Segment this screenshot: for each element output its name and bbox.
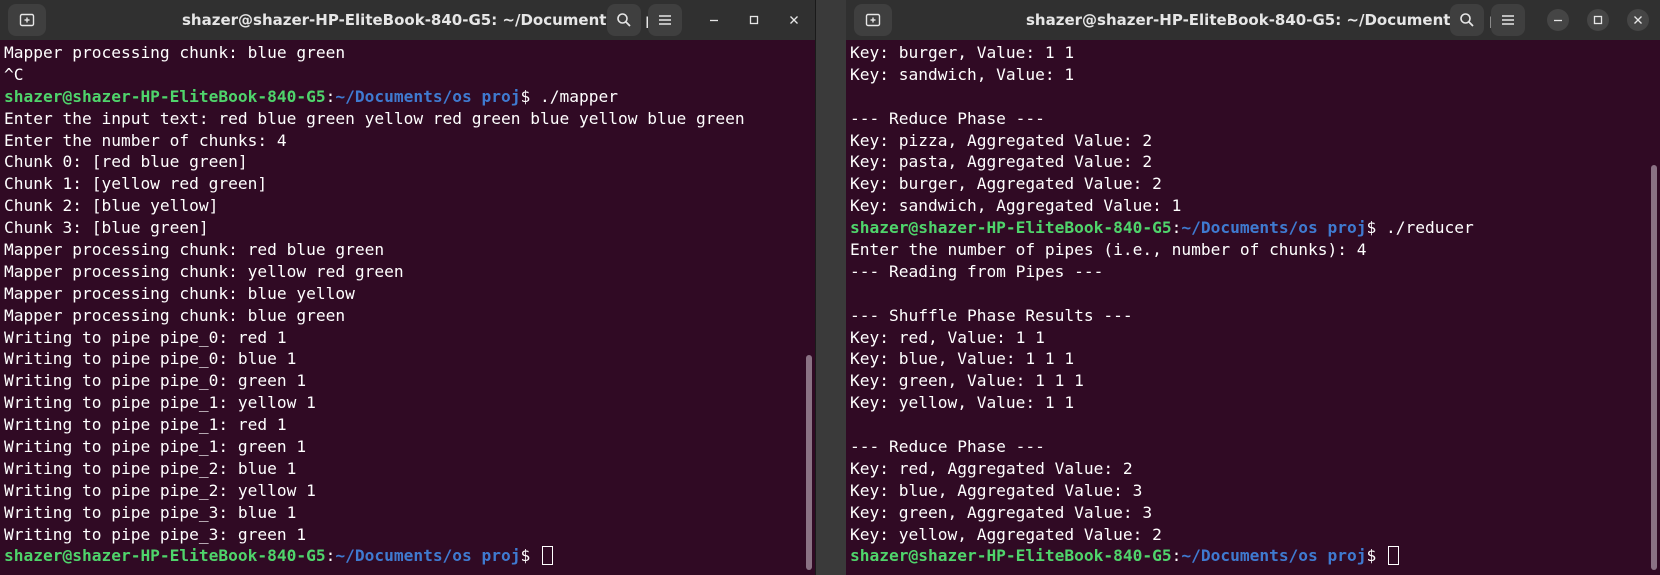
close-button[interactable] — [783, 9, 805, 31]
search-button[interactable] — [607, 4, 641, 36]
window-title: shazer@shazer-HP-EliteBook-840-G5: ~/Doc… — [182, 11, 679, 29]
output-line: Chunk 3: [blue green] — [4, 218, 209, 238]
output-line: Mapper processing chunk: blue green — [4, 43, 346, 62]
output-line: Key: pizza, Aggregated Value: 2 — [850, 130, 1153, 150]
output-line: --- Reduce Phase --- — [850, 108, 1045, 128]
output-line: ^C — [4, 64, 24, 84]
maximize-icon — [749, 15, 759, 25]
output-line: Key: blue, Aggregated Value: 3 — [850, 480, 1143, 500]
window-title: shazer@shazer-HP-EliteBook-840-G5: ~/Doc… — [1026, 11, 1523, 29]
terminal-output-right[interactable]: Key: burger, Value: 1 1 Key: sandwich, Va… — [850, 42, 1646, 567]
command-text: ./reducer — [1376, 218, 1474, 238]
new-tab-icon — [19, 13, 35, 27]
output-line: --- Shuffle Phase Results --- — [850, 305, 1133, 325]
hamburger-menu-icon — [659, 15, 671, 25]
titlebar-left[interactable]: shazer@shazer-HP-EliteBook-840-G5: ~/Doc… — [0, 0, 815, 40]
menu-button[interactable] — [648, 4, 682, 36]
output-line: Writing to pipe pipe_1: yellow 1 — [4, 393, 316, 413]
output-line: Mapper processing chunk: blue yellow — [4, 283, 355, 303]
output-line: Enter the input text: red blue green yel… — [4, 108, 745, 128]
desktop-gap — [816, 0, 846, 575]
terminal-output-left[interactable]: Mapper processing chunk: blue green ^C sha… — [4, 42, 801, 567]
output-line: Key: green, Value: 1 1 1 — [850, 371, 1084, 391]
terminal-window-left[interactable]: shazer@shazer-HP-EliteBook-840-G5: ~/Doc… — [0, 0, 816, 575]
output-line: Key: red, Value: 1 1 — [850, 327, 1045, 347]
output-line: Enter the number of chunks: 4 — [4, 130, 287, 150]
output-line: Writing to pipe pipe_2: yellow 1 — [4, 480, 316, 500]
close-icon — [790, 16, 798, 24]
menu-button[interactable] — [1491, 4, 1525, 36]
output-line: --- Reading from Pipes --- — [850, 261, 1104, 281]
text-cursor[interactable] — [1388, 546, 1400, 566]
output-line: Key: pasta, Aggregated Value: 2 — [850, 152, 1153, 172]
output-line: Key: yellow, Value: 1 1 — [850, 393, 1075, 413]
close-button[interactable] — [1627, 9, 1649, 31]
output-line: Chunk 1: [yellow red green] — [4, 174, 268, 194]
output-line: Writing to pipe pipe_0: green 1 — [4, 371, 307, 391]
scrollbar-right[interactable] — [1651, 165, 1657, 570]
output-line: Writing to pipe pipe_3: green 1 — [4, 524, 307, 544]
output-line: Key: sandwich, Aggregated Value: 1 — [850, 196, 1182, 216]
maximize-icon — [1593, 15, 1603, 25]
minimize-button[interactable] — [1547, 9, 1569, 31]
prompt-user-host: shazer@shazer-HP-EliteBook-840-G5 — [4, 546, 326, 566]
output-line: Key: burger, Aggregated Value: 2 — [850, 174, 1162, 194]
search-icon — [617, 13, 631, 27]
output-line: Key: yellow, Aggregated Value: 2 — [850, 524, 1162, 544]
minimize-button[interactable] — [703, 9, 725, 31]
prompt-user-host: shazer@shazer-HP-EliteBook-840-G5 — [850, 546, 1172, 566]
maximize-button[interactable] — [1587, 9, 1609, 31]
close-icon — [1634, 16, 1642, 24]
prompt-path: ~/Documents/os proj — [1181, 546, 1367, 566]
output-line: Enter the number of pipes (i.e., number … — [850, 240, 1367, 260]
text-cursor[interactable] — [542, 546, 554, 566]
output-line: Key: sandwich, Value: 1 — [850, 64, 1075, 84]
output-line: Writing to pipe pipe_1: green 1 — [4, 437, 307, 457]
command-text — [1376, 546, 1386, 565]
output-line: Mapper processing chunk: red blue green — [4, 240, 385, 260]
new-tab-button[interactable] — [854, 4, 892, 36]
output-line: --- Reduce Phase --- — [850, 437, 1045, 457]
new-tab-icon — [865, 13, 881, 27]
prompt-line: shazer@shazer-HP-EliteBook-840-G5:~/Docu… — [850, 218, 1474, 238]
prompt-line: shazer@shazer-HP-EliteBook-840-G5:~/Docu… — [850, 545, 1646, 567]
output-line: Writing to pipe pipe_2: blue 1 — [4, 458, 297, 478]
output-line: Writing to pipe pipe_3: blue 1 — [4, 502, 297, 522]
output-line: Key: blue, Value: 1 1 1 — [850, 349, 1075, 369]
prompt-user-host: shazer@shazer-HP-EliteBook-840-G5 — [4, 86, 326, 106]
output-line: Mapper processing chunk: yellow red gree… — [4, 261, 404, 281]
prompt-line: shazer@shazer-HP-EliteBook-840-G5:~/Docu… — [4, 86, 618, 106]
scrollbar-left[interactable] — [806, 355, 812, 570]
output-line: Key: burger, Value: 1 1 — [850, 43, 1075, 62]
new-tab-button[interactable] — [8, 4, 46, 36]
output-line: Key: green, Aggregated Value: 3 — [850, 502, 1153, 522]
prompt-user-host: shazer@shazer-HP-EliteBook-840-G5 — [850, 218, 1172, 238]
minimize-icon — [710, 19, 718, 22]
output-line: Writing to pipe pipe_0: blue 1 — [4, 349, 297, 369]
output-line: Writing to pipe pipe_0: red 1 — [4, 327, 287, 347]
hamburger-menu-icon — [1502, 15, 1514, 25]
command-text: ./mapper — [530, 86, 618, 106]
prompt-path: ~/Documents/os proj — [335, 86, 521, 106]
output-line: Key: red, Aggregated Value: 2 — [850, 458, 1133, 478]
terminal-window-right[interactable]: shazer@shazer-HP-EliteBook-840-G5: ~/Doc… — [846, 0, 1660, 575]
search-button[interactable] — [1450, 4, 1484, 36]
titlebar-right[interactable]: shazer@shazer-HP-EliteBook-840-G5: ~/Doc… — [846, 0, 1660, 40]
output-line: Mapper processing chunk: blue green — [4, 305, 346, 325]
prompt-path: ~/Documents/os proj — [335, 546, 521, 566]
prompt-path: ~/Documents/os proj — [1181, 218, 1367, 238]
prompt-line: shazer@shazer-HP-EliteBook-840-G5:~/Docu… — [4, 545, 801, 567]
command-text — [530, 546, 540, 565]
search-icon — [1460, 13, 1474, 27]
output-line: Chunk 0: [red blue green] — [4, 152, 248, 172]
output-line: Chunk 2: [blue yellow] — [4, 196, 219, 216]
maximize-button[interactable] — [743, 9, 765, 31]
desktop: shazer@shazer-HP-EliteBook-840-G5: ~/Doc… — [0, 0, 1660, 575]
output-line: Writing to pipe pipe_1: red 1 — [4, 415, 287, 435]
minimize-icon — [1554, 19, 1562, 22]
